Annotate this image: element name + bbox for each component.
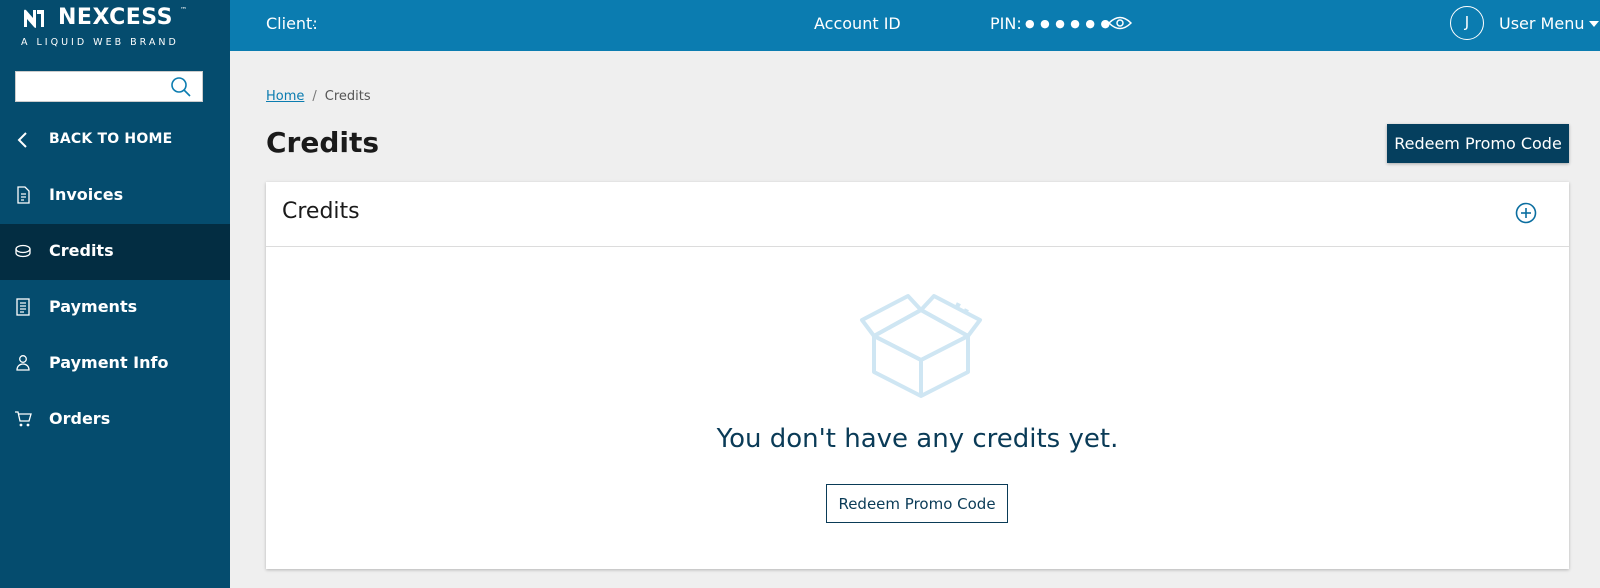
sidebar-item-label: Payments [49,297,138,316]
breadcrumb-separator: / [312,89,317,104]
top-bar: Client: . Account ID PIN: ● ● ● ● ● ● J … [230,0,1600,51]
sidebar-item-label: Invoices [49,185,124,204]
pin-label: PIN: [990,14,1022,33]
sidebar-item-credits[interactable]: Credits [0,224,230,280]
empty-box-icon [860,294,982,398]
breadcrumb-home-link[interactable]: Home [266,89,304,104]
eye-icon[interactable] [1108,13,1132,33]
account-id-label: Account ID [814,14,901,33]
user-menu-button[interactable]: User Menu [1499,14,1584,33]
sidebar-item-label: Credits [49,241,114,260]
sidebar-search[interactable] [15,71,203,102]
sidebar-item-payment-info[interactable]: Payment Info [0,336,230,392]
user-card-icon [16,355,30,371]
avatar[interactable]: J [1450,6,1484,40]
breadcrumb: Home / Credits [266,89,371,104]
brand-trademark: ™ [180,6,187,14]
brand-name: NEXCESS [58,5,173,30]
nexcess-logo-mark [24,9,44,28]
client-label: Client: [266,14,318,33]
sidebar-item-label: Orders [49,409,111,428]
caret-down-icon[interactable] [1589,20,1599,28]
sidebar-item-label: Payment Info [49,353,169,372]
chevron-left-icon [17,132,27,148]
back-to-home-link[interactable]: BACK TO HOME [0,120,230,160]
cart-icon [15,411,32,427]
invoice-icon [17,186,30,204]
search-icon[interactable] [170,76,192,98]
redeem-promo-code-button[interactable]: Redeem Promo Code [1387,124,1569,163]
coin-stack-icon [15,244,31,258]
breadcrumb-current: Credits [324,89,371,104]
nexcess-logo[interactable]: NEXCESS ™ A LIQUID WEB BRAND [20,4,190,48]
pin-value: ● ● ● ● ● ● [1025,17,1112,30]
sidebar-item-payments[interactable]: Payments [0,280,230,336]
credits-card: Credits You don't have any credits yet. … [266,182,1569,569]
redeem-promo-code-empty-button[interactable]: Redeem Promo Code [826,484,1008,523]
sidebar-item-orders[interactable]: Orders [0,392,230,448]
sidebar-item-invoices[interactable]: Invoices [0,168,230,224]
client-value: . [312,18,316,29]
add-circle-icon[interactable] [1515,202,1537,224]
credits-card-header: Credits [266,182,1569,247]
receipt-icon [16,298,30,316]
empty-state-message: You don't have any credits yet. [716,424,1119,454]
back-to-home-label: BACK TO HOME [49,131,173,147]
page-title: Credits [266,126,380,159]
sidebar: NEXCESS ™ A LIQUID WEB BRAND BACK TO HOM… [0,0,230,588]
credits-card-title: Credits [282,199,360,224]
brand-tagline: A LIQUID WEB BRAND [21,37,179,48]
